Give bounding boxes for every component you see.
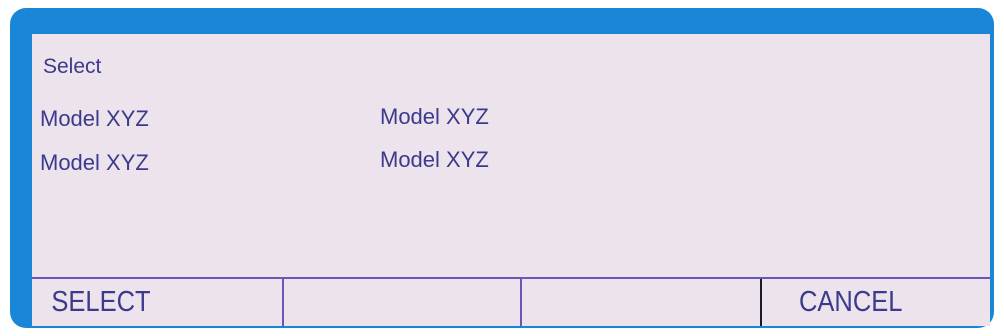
model-option[interactable]: Model XYZ [40, 150, 149, 176]
screen-title: Select [43, 55, 102, 78]
cancel-softkey[interactable]: CANCEL [762, 279, 990, 326]
lcd-screen: Select Model XYZ Model XYZ Model XYZ Mod… [32, 34, 990, 326]
model-option[interactable]: Model XYZ [40, 106, 149, 132]
device-bezel: Select Model XYZ Model XYZ Model XYZ Mod… [10, 8, 994, 328]
softkey-3[interactable] [522, 279, 762, 326]
softkey-bar: SELECT CANCEL [32, 277, 990, 326]
model-option[interactable]: Model XYZ [380, 104, 489, 130]
cancel-softkey-label: CANCEL [798, 286, 903, 318]
model-option[interactable]: Model XYZ [380, 147, 489, 173]
softkey-2[interactable] [284, 279, 522, 326]
select-softkey-label: SELECT [51, 286, 151, 318]
select-softkey[interactable]: SELECT [32, 279, 284, 326]
